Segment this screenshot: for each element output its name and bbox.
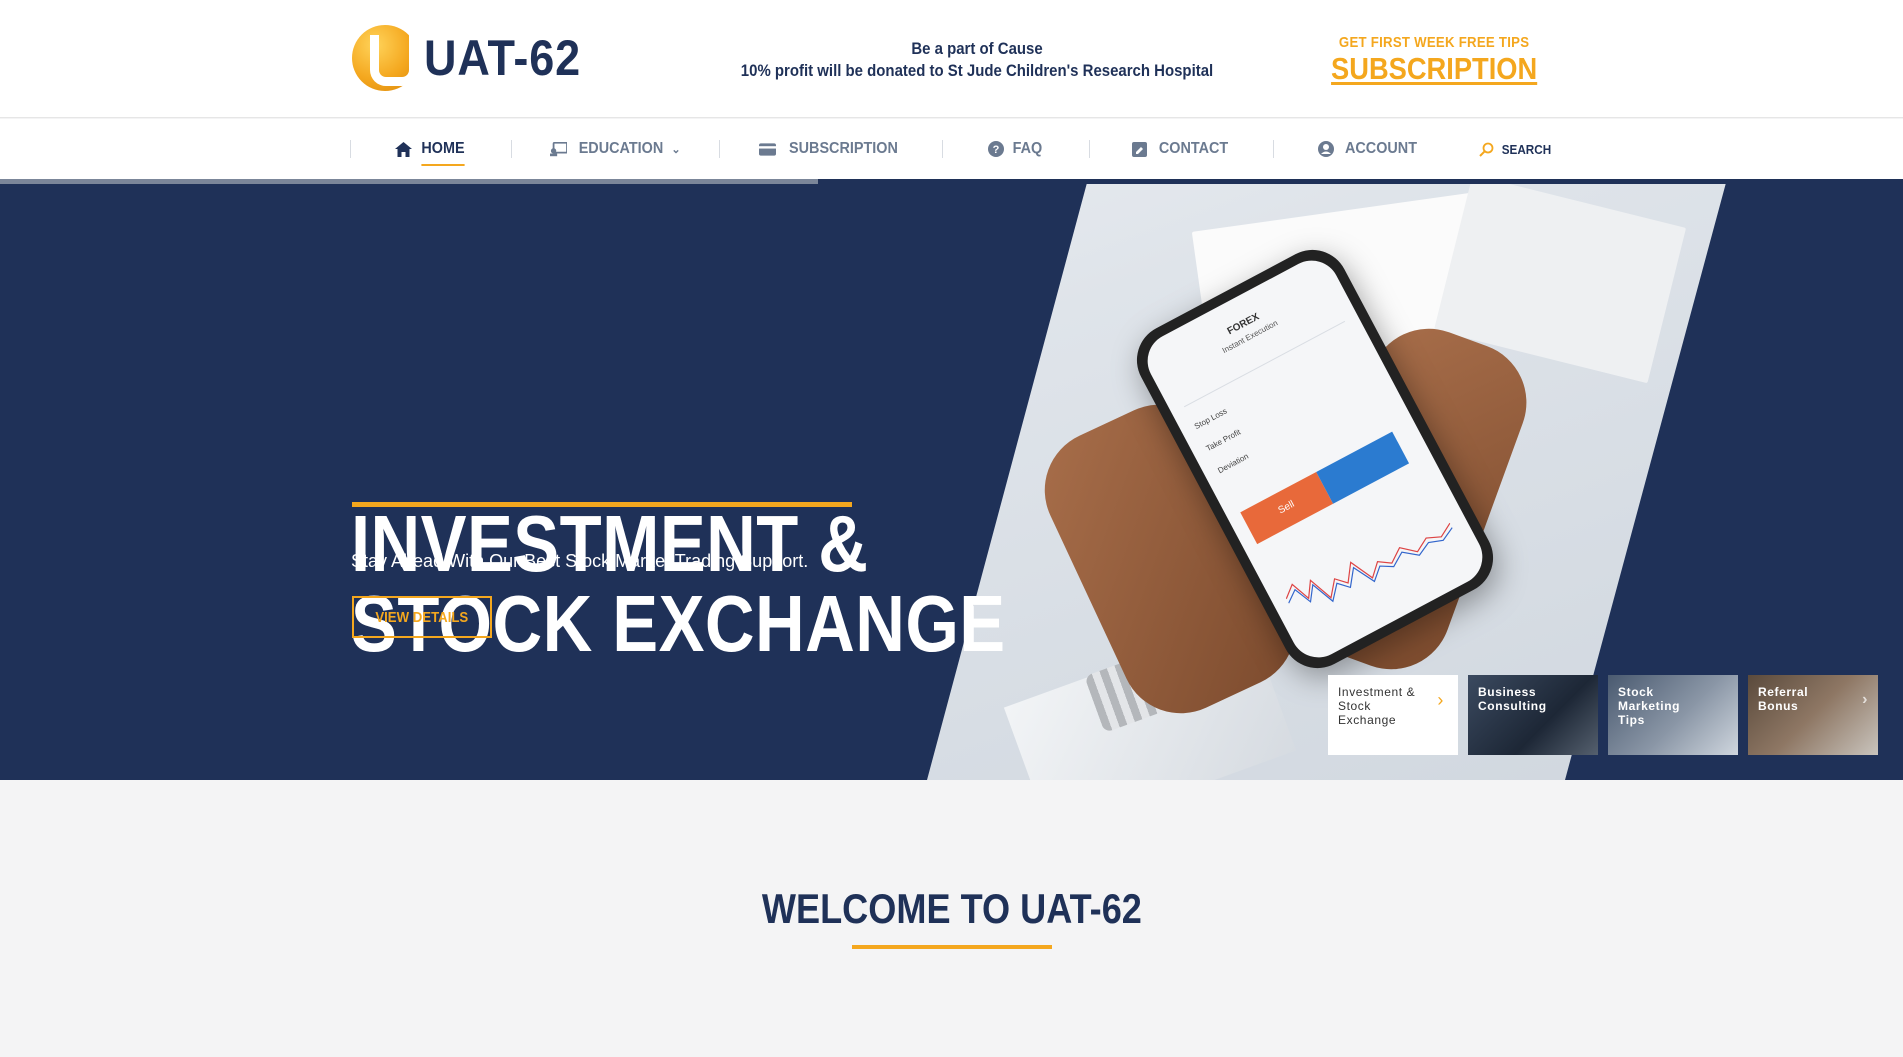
- logo-text: UAT-62: [424, 30, 582, 86]
- view-details-label: VIEW DETAILS: [375, 608, 469, 626]
- slider-progress-fill: [0, 179, 819, 184]
- slider-thumb-label: Investment & Stock Exchange: [1338, 685, 1416, 727]
- logo-mark-icon: [352, 25, 418, 91]
- promo-subscription-link[interactable]: SUBSCRIPTION: [1331, 51, 1537, 87]
- site-logo[interactable]: UAT-62: [352, 24, 599, 92]
- subscription-promo[interactable]: GET FIRST WEEK FREE TIPS SUBSCRIPTION: [1317, 34, 1551, 87]
- nav-item-home[interactable]: HOME: [351, 119, 511, 179]
- slider-thumb-label: Referral Bonus: [1758, 685, 1809, 713]
- slider-thumb-referral[interactable]: Referral Bonus ›: [1748, 675, 1878, 755]
- nav-label-faq: FAQ: [1013, 140, 1043, 157]
- phone-buy-button: [1316, 431, 1410, 504]
- education-icon: [550, 141, 568, 158]
- nav-item-education[interactable]: EDUCATION ⌄: [512, 119, 720, 179]
- hero-subtitle: Stay Ahead With Our Best Stock Market Tr…: [351, 551, 809, 571]
- hero-title-underline: [352, 502, 852, 507]
- hero-title: INVESTMENT & STOCK EXCHANGE: [351, 504, 1006, 664]
- main-nav-inner: HOME EDUCATION ⌄ SUBSCRIPTION ? FAQ CONT…: [350, 119, 1554, 179]
- chevron-right-icon: ›: [1437, 690, 1444, 710]
- cause-banner: Be a part of Cause 10% profit will be do…: [700, 38, 1254, 82]
- nav-label-education: EDUCATION: [579, 140, 664, 157]
- main-nav: HOME EDUCATION ⌄ SUBSCRIPTION ? FAQ CONT…: [0, 119, 1903, 179]
- nav-search[interactable]: SEARCH: [1464, 119, 1554, 179]
- card-icon: [758, 141, 776, 158]
- user-circle-icon: [1317, 141, 1334, 158]
- slider-thumb-stock[interactable]: Stock Marketing Tips: [1608, 675, 1738, 755]
- cause-title: Be a part of Cause: [911, 39, 1043, 58]
- chevron-right-icon: ›: [1862, 691, 1868, 708]
- nav-label-contact: CONTACT: [1158, 140, 1229, 157]
- nav-item-faq[interactable]: ? FAQ: [943, 119, 1089, 179]
- nav-label-subscription: SUBSCRIPTION: [788, 140, 898, 157]
- welcome-heading: WELCOME TO UAT-62: [0, 885, 1903, 933]
- slider-progress: [0, 179, 1903, 184]
- svg-text:?: ?: [993, 144, 1000, 156]
- welcome-underline: [852, 945, 1052, 949]
- promo-tagline: GET FIRST WEEK FREE TIPS: [1338, 34, 1530, 51]
- chevron-down-icon: ⌄: [671, 143, 681, 156]
- nav-label-search: SEARCH: [1501, 141, 1552, 157]
- slider-thumb-business[interactable]: Business Consulting: [1468, 675, 1598, 755]
- view-details-button[interactable]: VIEW DETAILS: [352, 596, 492, 638]
- nav-item-subscription[interactable]: SUBSCRIPTION: [720, 119, 942, 179]
- home-icon: [394, 141, 412, 158]
- cause-description: 10% profit will be donated to St Jude Ch…: [740, 61, 1214, 80]
- phone-sell-button: Sell: [1240, 471, 1334, 545]
- contact-icon: [1131, 141, 1148, 158]
- nav-label-account: ACCOUNT: [1345, 140, 1418, 157]
- search-icon: [1478, 141, 1495, 158]
- slider-thumb-label: Business Consulting: [1478, 685, 1547, 713]
- nav-item-account[interactable]: ACCOUNT: [1274, 119, 1464, 179]
- slider-thumb-investment[interactable]: Investment & Stock Exchange ›: [1328, 675, 1458, 755]
- nav-item-contact[interactable]: CONTACT: [1090, 119, 1274, 179]
- hero-title-line: INVESTMENT &: [351, 499, 869, 588]
- nav-label-home: HOME: [421, 140, 465, 166]
- question-circle-icon: ?: [987, 141, 1004, 158]
- top-header: UAT-62 Be a part of Cause 10% profit wil…: [0, 0, 1903, 118]
- phone-sell-label: Sell: [1276, 498, 1297, 517]
- slider-thumb-label: Stock Marketing Tips: [1618, 685, 1681, 727]
- welcome-title: WELCOME TO UAT-62: [761, 885, 1142, 932]
